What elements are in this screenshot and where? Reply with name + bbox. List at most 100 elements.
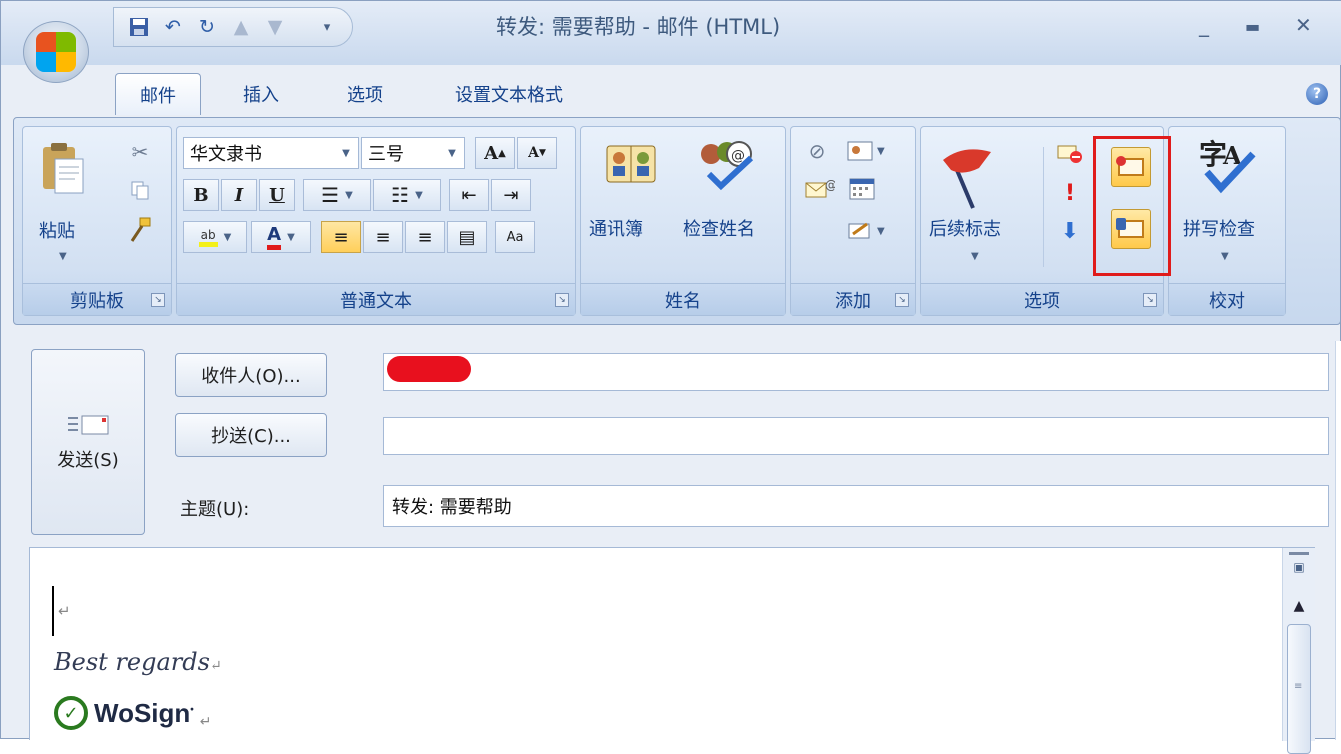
signature-icon[interactable]: ▼ [845, 217, 891, 245]
redacted-recipient [387, 356, 471, 382]
separator [1043, 147, 1044, 267]
grow-font-button[interactable]: A ▲ [475, 137, 515, 169]
paragraph-mark: ↵ [199, 714, 212, 730]
scroll-thumb[interactable]: ≡ [1287, 624, 1311, 754]
follow-up-flag-icon[interactable] [931, 141, 1001, 211]
undo-icon[interactable]: ↶ [160, 14, 186, 40]
options-launcher-icon[interactable]: ↘ [1143, 293, 1157, 307]
vertical-scrollbar[interactable]: ▣ ▲ ≡ [1282, 548, 1315, 754]
clear-formatting-icon[interactable]: Aa [495, 221, 535, 253]
redo-icon[interactable]: ↻ [194, 14, 220, 40]
format-painter-icon[interactable] [127, 215, 153, 245]
attach-item-icon[interactable]: @ [803, 175, 837, 203]
group-include: ⊘ ▼ @ ▼ 添加↘ [790, 126, 916, 316]
chevron-down-icon[interactable]: ▼ [440, 138, 464, 168]
follow-up-dropdown-icon[interactable]: ▼ [971, 251, 979, 262]
follow-up-label[interactable]: 后续标志 [929, 215, 1001, 241]
tab-insert[interactable]: 插入 [219, 73, 303, 115]
attach-file-icon[interactable]: ⊘ [805, 137, 829, 165]
chevron-down-icon[interactable]: ▼ [334, 138, 358, 168]
cc-button[interactable]: 抄送(C)... [175, 413, 327, 457]
scroll-up-icon[interactable]: ▲ [1288, 598, 1310, 614]
up-arrow-icon[interactable]: ▲ [228, 14, 254, 40]
paste-label[interactable]: 粘贴 [39, 217, 75, 243]
shrink-font-button[interactable]: A ▼ [517, 137, 557, 169]
check-names-icon[interactable]: @ [693, 137, 759, 193]
save-icon[interactable] [126, 14, 152, 40]
address-book-icon[interactable] [603, 139, 659, 189]
group-options-label: 选项 ↘ [921, 283, 1163, 315]
grip-icon: ≡ [1294, 681, 1303, 692]
group-proofing: 字A 拼写检查 ▼ 校对 [1168, 126, 1286, 316]
window-edge [1335, 341, 1341, 740]
close-icon[interactable]: ✕ [1295, 13, 1312, 37]
to-button[interactable]: 收件人(O)... [175, 353, 327, 397]
help-icon[interactable]: ? [1306, 83, 1328, 105]
to-field[interactable] [383, 353, 1329, 391]
group-clipboard-label: 剪贴板 ↘ [23, 283, 171, 315]
cut-icon[interactable]: ✂ [127, 139, 153, 165]
subject-value: 转发: 需要帮助 [392, 497, 512, 518]
highlight-box [1093, 136, 1171, 276]
paste-icon[interactable] [37, 139, 89, 197]
office-button[interactable] [23, 21, 89, 83]
basic-text-launcher-icon[interactable]: ↘ [555, 293, 569, 307]
align-center-icon[interactable]: ≡ [363, 221, 403, 253]
justify-icon[interactable]: ▤ [447, 221, 487, 253]
group-basic-text: 华文隶书 ▼ 三号 ▼ A ▲ A ▼ B I U ☰ ▼ ☷ ▼ ⇤ ⇥ ab ▼ A ▼ ≡… [176, 126, 576, 316]
signature-text: Best regards↵ [54, 648, 222, 676]
highlight-button[interactable]: ab ▼ [183, 221, 247, 253]
address-book-label[interactable]: 通讯簿 [589, 215, 643, 241]
spelling-check-icon[interactable]: 字A [1187, 137, 1263, 197]
underline-button[interactable]: U [259, 179, 295, 211]
calendar-icon[interactable] [847, 175, 877, 203]
paste-dropdown-icon[interactable]: ▼ [59, 251, 67, 262]
tab-format-text[interactable]: 设置文本格式 [431, 73, 587, 115]
message-header-form: 发送(S) 收件人(O)... 抄送(C)... 主题(U): 转发: 需要帮助 [13, 333, 1341, 543]
copy-icon[interactable] [127, 177, 153, 203]
bullets-button[interactable]: ☰ ▼ [303, 179, 371, 211]
business-card-icon[interactable]: ▼ [845, 137, 889, 165]
font-name-value: 华文隶书 [190, 144, 262, 165]
include-launcher-icon[interactable]: ↘ [895, 293, 909, 307]
chevron-down-icon: ▼ [415, 189, 423, 201]
group-names-label: 姓名 [581, 283, 785, 315]
low-importance-icon[interactable]: ⬇ [1055, 217, 1085, 245]
check-names-label[interactable]: 检查姓名 [683, 215, 755, 241]
font-name-combo[interactable]: 华文隶书 ▼ [183, 137, 359, 169]
font-color-button[interactable]: A ▼ [251, 221, 311, 253]
bold-button[interactable]: B [183, 179, 219, 211]
customize-toolbar-icon[interactable]: ▾ [314, 14, 340, 40]
group-basic-text-label: 普通文本 ↘ [177, 283, 575, 315]
outlook-compose-window: ↶ ↻ ▲ ▼ ▾ 转发: 需要帮助 - 邮件 (HTML) _ ▬ ✕ 邮件 … [0, 0, 1341, 754]
wosign-check-icon: ✓ [54, 696, 88, 730]
spelling-label[interactable]: 拼写检查 [1183, 215, 1255, 241]
subject-field[interactable]: 转发: 需要帮助 [383, 485, 1329, 527]
text-cursor [52, 586, 54, 636]
maximize-icon[interactable]: ▬ [1245, 17, 1260, 36]
permission-icon[interactable] [1055, 139, 1085, 167]
decrease-indent-icon[interactable]: ⇤ [449, 179, 489, 211]
split-handle[interactable] [1289, 552, 1309, 555]
font-size-combo[interactable]: 三号 ▼ [361, 137, 465, 169]
tab-message[interactable]: 邮件 [115, 73, 201, 115]
office-logo-icon [36, 32, 76, 72]
tab-options[interactable]: 选项 [323, 73, 407, 115]
align-left-icon[interactable]: ≡ [321, 221, 361, 253]
highlight-icon: ab [198, 228, 218, 247]
high-importance-icon[interactable]: ! [1055, 179, 1085, 207]
numbering-button[interactable]: ☷ ▼ [373, 179, 441, 211]
ruler-toggle-icon[interactable]: ▣ [1288, 560, 1310, 580]
align-right-icon[interactable]: ≡ [405, 221, 445, 253]
clipboard-launcher-icon[interactable]: ↘ [151, 293, 165, 307]
message-body[interactable]: ↵ Best regards↵ ✓ WoSign• ↵ ▣ ▲ ≡ [29, 547, 1315, 754]
increase-indent-icon[interactable]: ⇥ [491, 179, 531, 211]
window-title: 转发: 需要帮助 - 邮件 (HTML) [496, 15, 781, 39]
spelling-dropdown-icon[interactable]: ▼ [1221, 251, 1229, 262]
down-arrow-icon[interactable]: ▼ [262, 14, 288, 40]
italic-button[interactable]: I [221, 179, 257, 211]
send-button[interactable]: 发送(S) [31, 349, 145, 535]
minimize-icon[interactable]: _ [1199, 13, 1209, 37]
cc-field[interactable] [383, 417, 1329, 455]
svg-text:@: @ [825, 178, 835, 192]
